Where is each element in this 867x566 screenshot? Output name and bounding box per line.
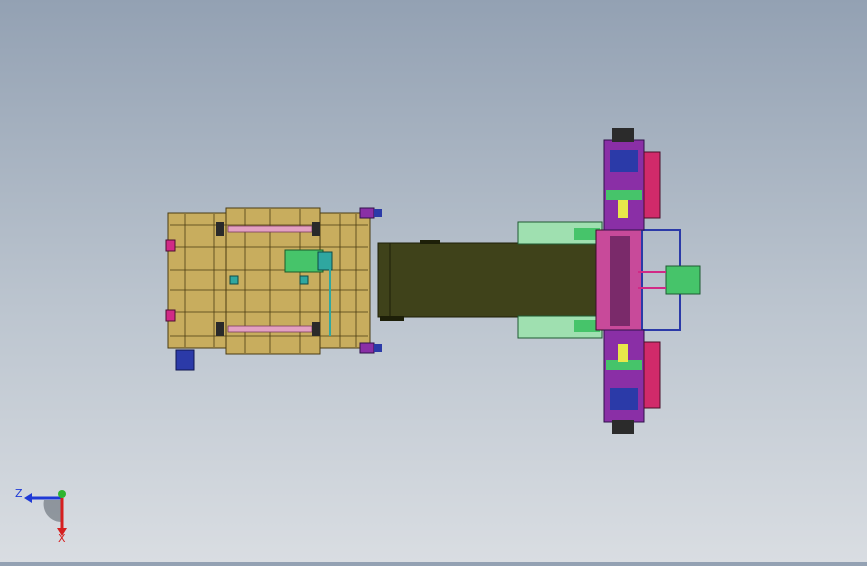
z-axis-arrowhead [24,493,32,503]
cad-model-canvas[interactable]: Z X [0,0,867,562]
z-axis-label: Z [15,487,23,500]
coordinate-triad: Z X [15,487,67,545]
x-axis-label: X [58,532,66,545]
y-axis-dot [58,490,66,498]
conveyor-belt[interactable] [377,240,601,321]
cad-graphics-area[interactable]: Z X [0,0,867,562]
tan-frame-assembly[interactable] [165,207,382,371]
